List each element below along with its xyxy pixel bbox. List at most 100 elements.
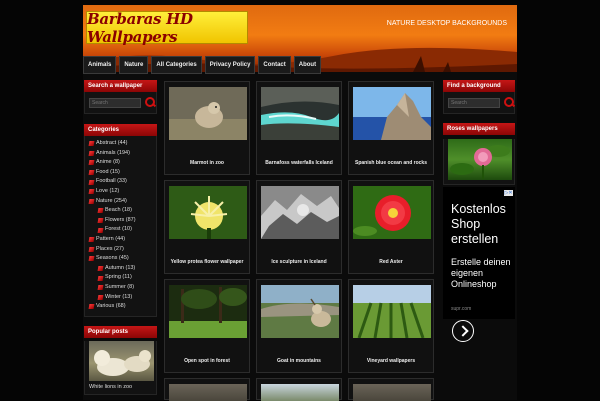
thumbnail-picture: [169, 186, 247, 239]
post-thumbnail[interactable]: [261, 87, 339, 140]
folder-icon: [88, 150, 95, 156]
folder-icon: [88, 237, 95, 243]
find-search-input[interactable]: [448, 97, 500, 108]
post-title[interactable]: Open spot in forest: [165, 358, 249, 364]
post-thumbnail[interactable]: [353, 384, 431, 401]
post-card[interactable]: Ice sculpture in Iceland: [256, 180, 342, 274]
post-card[interactable]: Vineyard wallpapers: [348, 279, 434, 373]
site-logo[interactable]: Barbaras HD Wallpapers: [86, 9, 248, 46]
post-title[interactable]: Barnafoss waterfalls Iceland: [257, 160, 341, 166]
category-label: Forest (10): [105, 226, 132, 233]
post-thumbnail[interactable]: [169, 87, 247, 140]
post-thumbnail[interactable]: [169, 186, 247, 239]
folder-icon: [88, 160, 95, 166]
post-title[interactable]: Ice sculpture in Iceland: [257, 259, 341, 265]
post-thumbnail[interactable]: [261, 186, 339, 239]
folder-icon: [88, 246, 95, 252]
ad-text[interactable]: Erstelle deinen eigenen Onlineshop: [451, 257, 515, 290]
logo-text: Barbaras HD Wallpapers: [87, 9, 193, 46]
category-item[interactable]: Food (15): [88, 168, 154, 178]
post-card[interactable]: Goat in mountains: [256, 279, 342, 373]
nav-all-categories[interactable]: All Categories: [151, 56, 202, 74]
right-sidebar: Find a background Roses wallpapers: [443, 80, 515, 185]
post-card[interactable]: Yellow protea flower wallpaper: [164, 180, 250, 274]
search-icon[interactable]: [504, 97, 514, 108]
category-item[interactable]: Anime (8): [88, 158, 154, 168]
folder-icon: [88, 304, 95, 310]
thumbnail-picture: [169, 285, 247, 338]
nav-contact[interactable]: Contact: [258, 56, 291, 74]
popular-widget: White lions in zoo: [84, 340, 157, 395]
folder-icon: [88, 189, 95, 195]
search-widget: [84, 92, 157, 114]
category-item[interactable]: Love (12): [88, 187, 154, 197]
post-title[interactable]: Goat in mountains: [257, 358, 341, 364]
ad-url[interactable]: supr.com: [451, 306, 471, 312]
category-item[interactable]: Places (27): [88, 245, 154, 255]
nav-nature[interactable]: Nature: [119, 56, 149, 74]
post-thumbnail[interactable]: [169, 285, 247, 338]
post-card[interactable]: Barnafoss waterfalls Iceland: [256, 81, 342, 175]
category-item[interactable]: Football (33): [88, 177, 154, 187]
category-item[interactable]: Forest (10): [89, 225, 154, 235]
post-thumbnail[interactable]: [261, 384, 339, 401]
nav-animals[interactable]: Animals: [83, 56, 117, 74]
nav-privacy-policy[interactable]: Privacy Policy: [204, 56, 256, 74]
category-item[interactable]: Animals (194): [88, 149, 154, 159]
search-widget-title: Search a wallpaper: [84, 80, 157, 92]
popular-post-image[interactable]: [89, 340, 154, 381]
post-card[interactable]: [256, 378, 342, 401]
category-item[interactable]: Abstract (44): [88, 139, 154, 149]
thumbnail-picture: [353, 186, 431, 239]
post-title[interactable]: Spanish blue ocean and rocks: [349, 160, 433, 166]
category-item[interactable]: Summer (8): [89, 283, 154, 293]
advertisement[interactable]: ▷✕ Kostenlos Shop erstellen Erstelle dei…: [443, 187, 515, 342]
post-title[interactable]: Marmot in zoo: [165, 160, 249, 166]
category-label: Spring (11): [105, 274, 132, 281]
post-thumbnail[interactable]: [169, 384, 247, 401]
post-card[interactable]: Spanish blue ocean and rocks: [348, 81, 434, 175]
category-label: Food (15): [96, 168, 120, 175]
rose-image[interactable]: [448, 139, 512, 180]
post-card[interactable]: [164, 378, 250, 401]
folder-icon: [97, 218, 104, 224]
category-item[interactable]: Seasons (45): [88, 254, 154, 264]
post-card[interactable]: Open spot in forest: [164, 279, 250, 373]
ad-arrow-button[interactable]: [452, 320, 474, 342]
thumbnail-picture: [261, 87, 339, 140]
category-label: Autumn (13): [105, 264, 136, 271]
post-title[interactable]: Yellow protea flower wallpaper: [165, 259, 249, 265]
category-label: Pattern (44): [96, 235, 126, 242]
category-item[interactable]: Flowers (87): [89, 216, 154, 226]
site-tagline: NATURE DESKTOP BACKGROUNDS: [386, 20, 507, 27]
post-thumbnail[interactable]: [261, 285, 339, 338]
post-title[interactable]: Vineyard wallpapers: [349, 358, 433, 364]
folder-icon: [97, 266, 104, 272]
post-thumbnail[interactable]: [353, 186, 431, 239]
category-item[interactable]: Beach (18): [89, 206, 154, 216]
category-item[interactable]: Various (68): [88, 302, 154, 312]
rose-picture: [450, 145, 510, 179]
nav-about[interactable]: About: [293, 56, 322, 74]
post-title[interactable]: Red Aster: [349, 259, 433, 265]
search-input[interactable]: [89, 97, 141, 108]
post-thumbnail[interactable]: [353, 87, 431, 140]
post-card[interactable]: Marmot in zoo: [164, 81, 250, 175]
category-item[interactable]: Winter (13): [89, 293, 154, 303]
category-item[interactable]: Autumn (13): [89, 264, 154, 274]
post-thumbnail[interactable]: [353, 285, 431, 338]
thumbnail-picture: [169, 87, 247, 140]
search-icon[interactable]: [145, 97, 155, 108]
popular-post-caption[interactable]: White lions in zoo: [85, 384, 156, 394]
post-card[interactable]: [348, 378, 434, 401]
category-item[interactable]: Nature (254): [88, 197, 154, 207]
category-item[interactable]: Spring (11): [89, 273, 154, 283]
folder-icon: [97, 275, 104, 281]
category-item[interactable]: Pattern (44): [88, 235, 154, 245]
popular-widget-title: Popular posts: [84, 325, 157, 338]
ad-title[interactable]: Kostenlos Shop erstellen: [451, 202, 515, 247]
post-card[interactable]: Red Aster: [348, 180, 434, 274]
category-label: Animals (194): [96, 149, 130, 156]
ad-choices-icon[interactable]: ▷✕: [504, 190, 513, 196]
category-label: Summer (8): [105, 283, 135, 290]
